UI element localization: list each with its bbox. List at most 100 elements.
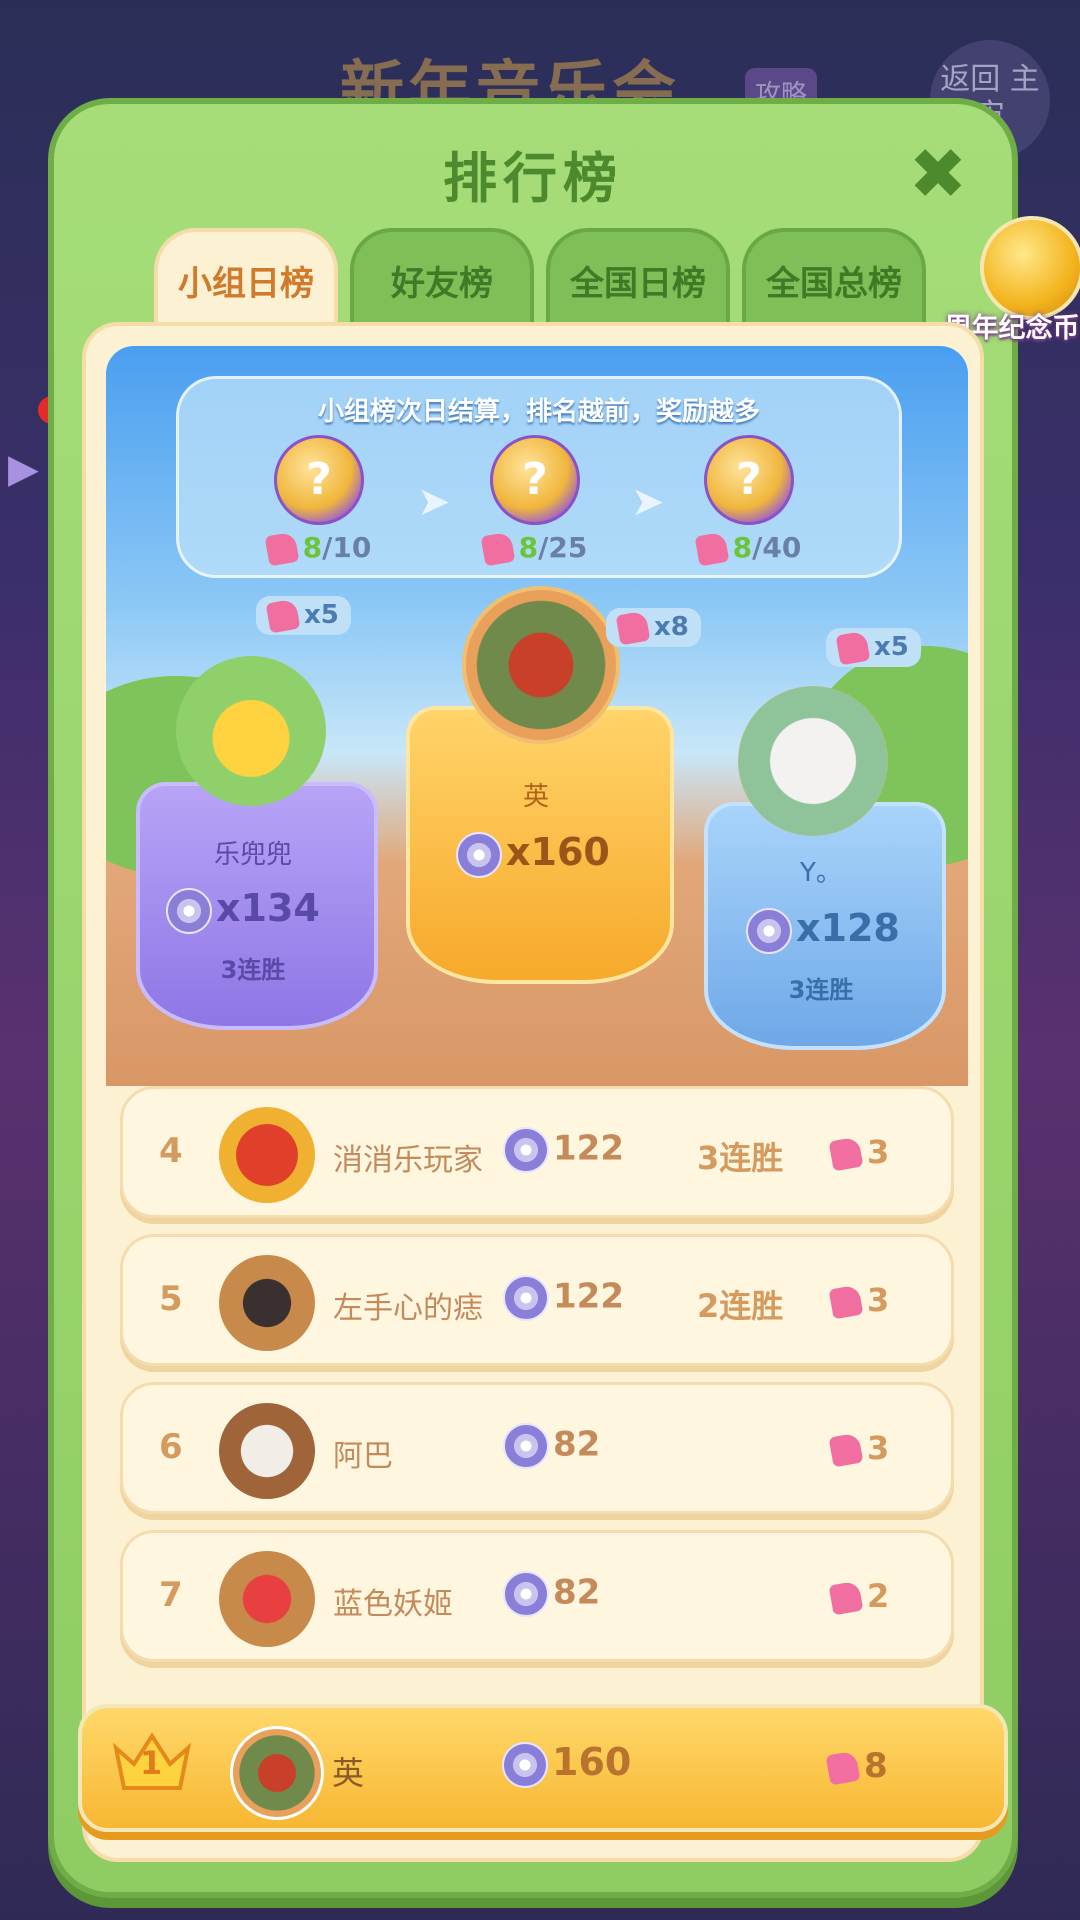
close-icon[interactable]: ✖ [906, 139, 970, 209]
piece-count-bubble: x8 [606, 608, 701, 647]
piece-count: 3 [828, 1133, 890, 1172]
reward-chest-1[interactable]: ? 8/10 [239, 435, 399, 567]
modal-title: 排行榜 [443, 147, 623, 210]
piece-count: 2 [828, 1577, 890, 1616]
piece-value: 8 [864, 1746, 888, 1786]
anniversary-coin-button[interactable]: 周年纪念币 [945, 216, 1080, 345]
player-name: 英 [522, 782, 549, 812]
mystery-chest-icon: ? [274, 435, 364, 525]
piece-count-bubble: x5 [256, 596, 351, 635]
tab-group-daily[interactable]: 小组日榜 [154, 228, 338, 332]
my-rank-number: 1 [140, 1744, 163, 1782]
progress-target: /25 [538, 531, 588, 564]
reward-chest-3[interactable]: ? 8/40 [669, 435, 829, 567]
avatar [219, 1551, 315, 1647]
player-score: 82 [503, 1571, 600, 1617]
score-value: x160 [506, 830, 610, 874]
puzzle-piece-icon [828, 1580, 864, 1616]
player-score: x128 [746, 906, 900, 954]
player-score: x134 [166, 886, 320, 934]
cd-icon [502, 1741, 548, 1788]
reward-progress: 8/40 [669, 531, 829, 567]
bubble-value: x5 [304, 600, 339, 630]
puzzle-piece-icon [835, 630, 871, 665]
list-item[interactable]: 7 蓝色妖姬 82 2 [120, 1530, 954, 1662]
avatar [219, 1107, 315, 1203]
rank-number: 4 [159, 1131, 183, 1171]
cd-icon [166, 887, 212, 934]
win-streak: 2连胜 [697, 1287, 784, 1325]
cd-icon [746, 907, 792, 954]
cd-icon [503, 1127, 549, 1173]
puzzle-piece-icon [615, 610, 651, 645]
ranking-list: 4 消消乐玩家 122 3连胜 3 5 左手心的痣 122 2连胜 3 6 阿巴… [120, 1086, 954, 1678]
piece-value: 3 [867, 1133, 890, 1171]
reward-progress: 8/10 [239, 531, 399, 567]
left-arrow-icon[interactable]: ▶ [8, 446, 39, 492]
bubble-value: x5 [874, 632, 909, 662]
piece-count: 3 [828, 1429, 890, 1468]
piece-count: 3 [828, 1281, 890, 1320]
score-value: x134 [216, 886, 320, 930]
win-streak: 3连胜 [220, 956, 286, 984]
player-name: 左手心的痣 [333, 1291, 483, 1326]
reward-progress: 8/25 [455, 531, 615, 567]
tab-national-total[interactable]: 全国总榜 [742, 228, 926, 328]
player-name: 英 [332, 1754, 365, 1792]
mystery-chest-icon: ? [704, 435, 794, 525]
piece-value: 3 [867, 1429, 890, 1467]
avatar[interactable] [176, 656, 326, 806]
bubble-value: x8 [654, 612, 689, 642]
rank-number: 7 [159, 1575, 183, 1615]
player-name: 蓝色妖姬 [333, 1587, 453, 1622]
player-name: 乐兜兜 [213, 840, 292, 870]
progress-current: 8 [518, 531, 539, 564]
player-score: 160 [502, 1740, 631, 1788]
list-item[interactable]: 6 阿巴 82 3 [120, 1382, 954, 1514]
puzzle-piece-icon [828, 1284, 864, 1320]
avatar [230, 1726, 324, 1820]
player-score: 122 [503, 1127, 624, 1173]
cd-icon [503, 1571, 549, 1617]
piece-count-bubble: x5 [826, 628, 921, 667]
puzzle-piece-icon [694, 531, 730, 567]
rank-number: 5 [159, 1279, 183, 1319]
score-value: 82 [553, 1424, 601, 1465]
tab-national-daily[interactable]: 全国日榜 [546, 228, 730, 328]
win-streak: 3连胜 [788, 976, 854, 1004]
score-value: 82 [553, 1572, 601, 1613]
puzzle-piece-icon [264, 531, 300, 567]
puzzle-piece-icon [828, 1136, 864, 1172]
score-value: 160 [552, 1740, 632, 1784]
score-value: 122 [553, 1128, 624, 1169]
avatar[interactable] [462, 586, 620, 744]
player-score: x160 [456, 830, 610, 878]
progress-target: /10 [322, 531, 372, 564]
progress-current: 8 [732, 531, 753, 564]
avatar [219, 1403, 315, 1499]
player-name: 消消乐玩家 [333, 1143, 483, 1178]
piece-count: 8 [825, 1746, 888, 1786]
puzzle-piece-icon [825, 1750, 861, 1785]
piece-value: 3 [867, 1281, 890, 1319]
puzzle-piece-icon [480, 531, 516, 567]
leaderboard-modal: 排行榜 ✖ 小组日榜 好友榜 全国日榜 全国总榜 周年纪念币 小组榜次日结算，排… [48, 98, 1080, 1898]
player-name: 阿巴 [333, 1439, 393, 1474]
tab-bar: 小组日榜 好友榜 全国日榜 全国总榜 [154, 228, 974, 332]
tab-friends[interactable]: 好友榜 [350, 228, 534, 328]
reward-chest-2[interactable]: ? 8/25 [455, 435, 615, 567]
puzzle-piece-icon [828, 1432, 864, 1468]
avatar [219, 1255, 315, 1351]
avatar[interactable] [738, 686, 888, 836]
coin-icon [980, 216, 1080, 320]
list-item[interactable]: 5 左手心的痣 122 2连胜 3 [120, 1234, 954, 1366]
piece-value: 2 [867, 1577, 890, 1615]
puzzle-piece-icon [265, 598, 301, 633]
cd-icon [456, 831, 502, 878]
arrow-icon: ➤ [631, 479, 665, 525]
win-streak: 3连胜 [697, 1139, 784, 1177]
list-item[interactable]: 4 消消乐玩家 122 3连胜 3 [120, 1086, 954, 1218]
my-rank-bar[interactable]: 1 英 160 8 [78, 1704, 1008, 1832]
reward-info-banner: 小组榜次日结算，排名越前，奖励越多 ? 8/10 ➤ ? 8/25 ➤ ? 8/… [176, 376, 902, 578]
player-score: 82 [503, 1423, 600, 1469]
